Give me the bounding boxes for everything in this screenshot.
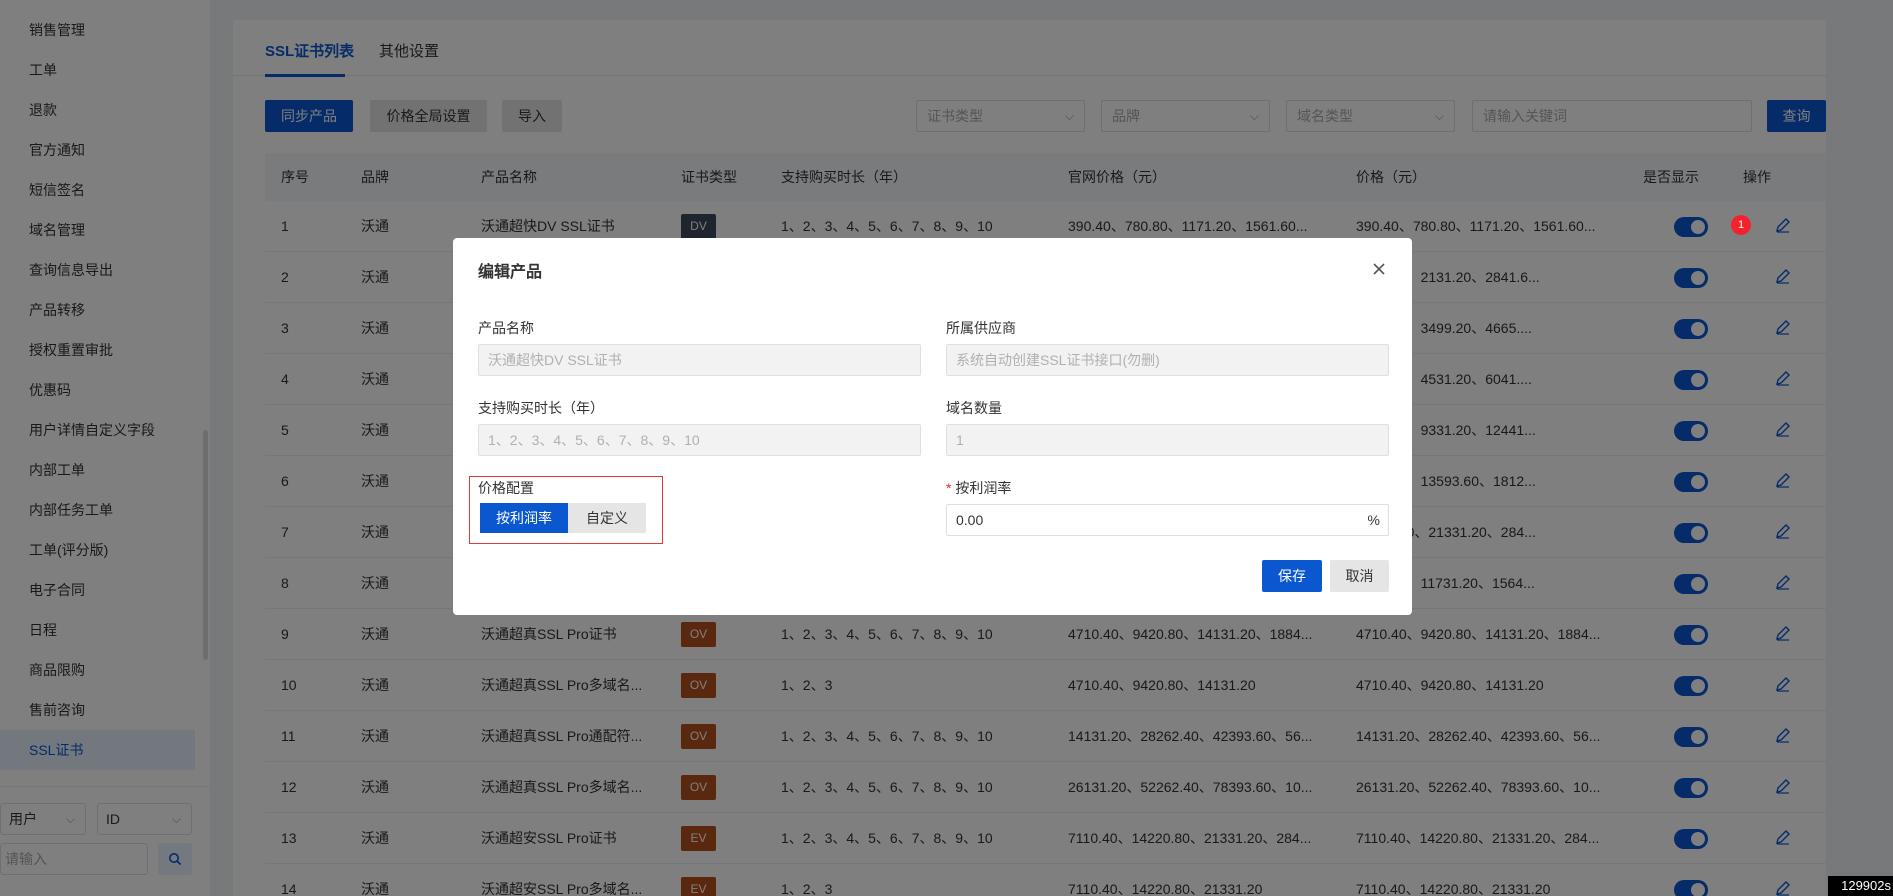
years-label: 支持购买时长（年）	[478, 400, 604, 416]
margin-label: * 按利润率	[946, 478, 1011, 498]
product-name-value: 沃通超快DV SSL证书	[488, 352, 622, 368]
margin-input[interactable]: 0.00 %	[946, 504, 1389, 536]
years-value: 1、2、3、4、5、6、7、8、9、10	[488, 432, 700, 448]
required-mark: *	[946, 480, 952, 496]
edit-product-dialog: 编辑产品 产品名称 沃通超快DV SSL证书 所属供应商 系统自动创建SSL证书…	[453, 238, 1412, 615]
close-icon[interactable]	[1372, 256, 1386, 282]
supplier-label: 所属供应商	[946, 320, 1016, 336]
supplier-value: 系统自动创建SSL证书接口(勿删)	[956, 352, 1160, 368]
years-field: 1、2、3、4、5、6、7、8、9、10	[478, 424, 921, 456]
price-config-custom-option[interactable]: 自定义	[568, 503, 646, 533]
corner-label: 129902s	[1828, 876, 1893, 896]
price-config-label: 价格配置	[478, 480, 534, 496]
product-name-label: 产品名称	[478, 320, 534, 336]
product-name-field: 沃通超快DV SSL证书	[478, 344, 921, 376]
domain-count-field: 1	[946, 424, 1389, 456]
dialog-title: 编辑产品	[478, 264, 543, 281]
notification-badge: 1	[1731, 215, 1751, 235]
percent-suffix: %	[1367, 512, 1380, 528]
price-config-margin-option[interactable]: 按利润率	[480, 503, 568, 533]
cancel-button[interactable]: 取消	[1330, 560, 1389, 592]
margin-label-text: 按利润率	[955, 480, 1012, 496]
supplier-field: 系统自动创建SSL证书接口(勿删)	[946, 344, 1389, 376]
margin-value: 0.00	[956, 512, 984, 528]
domain-count-value: 1	[956, 432, 964, 448]
save-button[interactable]: 保存	[1262, 560, 1322, 592]
domain-count-label: 域名数量	[946, 400, 1002, 416]
